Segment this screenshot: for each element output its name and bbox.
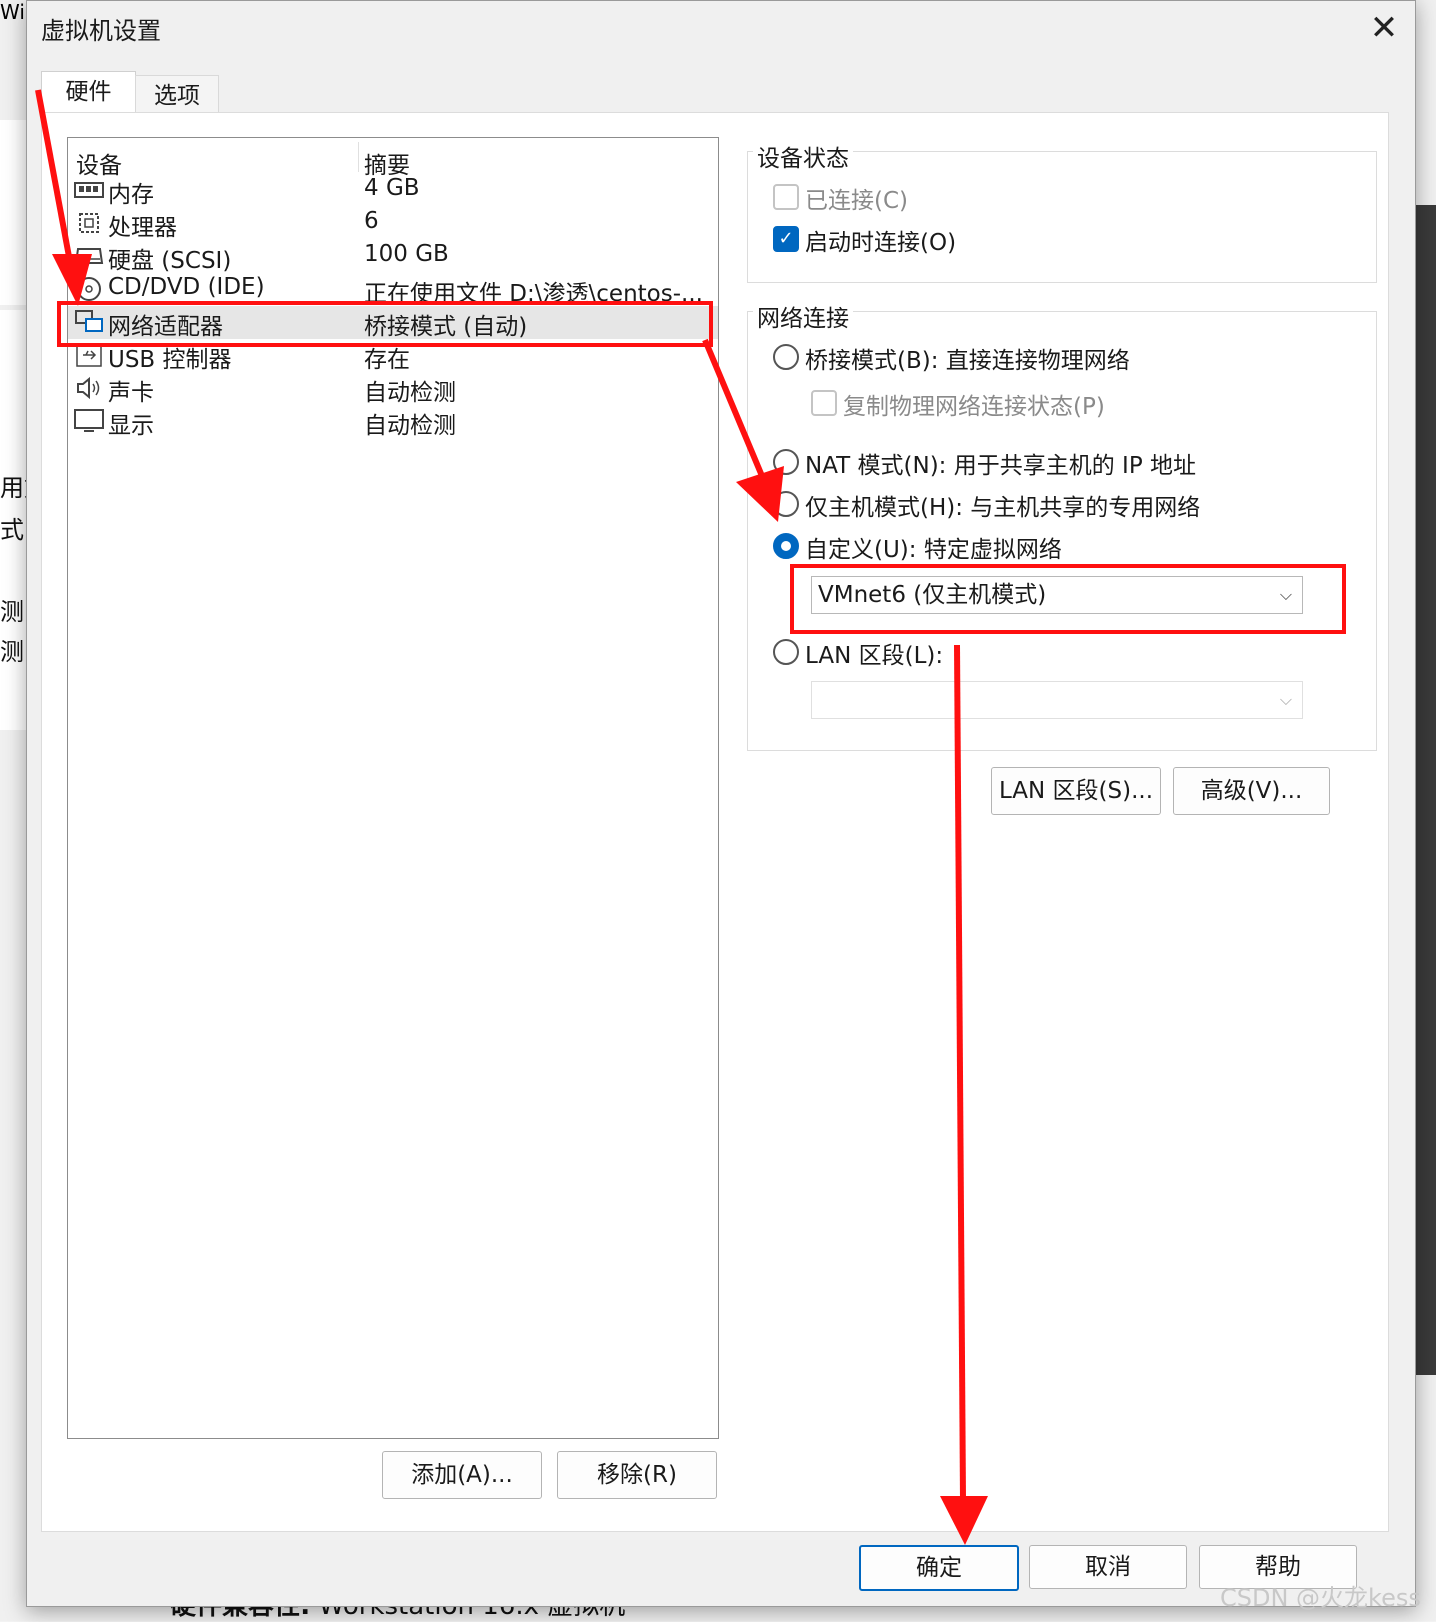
connected-checkbox[interactable] [773,184,799,210]
device-name: 处理器 [108,215,177,241]
device-summary: 自动检测 [364,380,456,406]
connect-at-power-on-label: 启动时连接(O) [805,230,957,256]
host-only-label: 仅主机模式(H): 与主机共享的专用网络 [805,495,1201,521]
highlight-network-adapter [57,301,713,347]
lan-segment-select[interactable]: ⌵ [811,681,1303,719]
processor-icon [79,213,99,233]
host-only-radio[interactable] [773,491,799,517]
nat-radio[interactable] [773,449,799,475]
bridged-label: 桥接模式(B): 直接连接物理网络 [805,348,1130,374]
custom-radio[interactable] [773,533,799,559]
close-icon[interactable]: ✕ [1367,11,1401,45]
replicate-state-checkbox[interactable] [811,390,837,416]
connected-label: 已连接(C) [805,188,909,214]
column-divider [358,142,359,172]
device-name: 显示 [108,413,154,439]
device-row-sound[interactable]: 声卡 自动检测 [68,372,718,406]
device-row-display[interactable]: 显示 自动检测 [68,405,718,439]
cancel-button[interactable]: 取消 [1029,1545,1187,1589]
chevron-down-icon: ⌵ [1279,690,1292,709]
sound-icon [77,376,100,400]
cdrom-icon [77,277,101,301]
lan-segments-button[interactable]: LAN 区段(S)... [991,767,1161,815]
network-connection-label: 网络连接 [753,299,853,333]
background-panel [0,120,26,305]
tab-options[interactable]: 选项 [135,75,219,112]
device-summary: 自动检测 [364,413,456,439]
device-summary: 100 GB [364,241,449,267]
add-device-button[interactable]: 添加(A)... [382,1451,542,1499]
tab-hardware[interactable]: 硬件 [41,71,136,114]
ok-button[interactable]: 确定 [859,1545,1019,1591]
device-row-memory[interactable]: 内存 4 GB [68,174,718,208]
device-summary: 4 GB [364,175,420,201]
highlight-custom-network [790,564,1346,634]
device-name: 内存 [108,182,154,208]
vm-settings-dialog: 虚拟机设置 ✕ 硬件 选项 设备 摘要 内存 4 GB 处理器 6 硬盘 (SC… [26,0,1416,1607]
harddisk-icon [74,248,104,264]
connect-at-power-on-checkbox[interactable]: ✓ [773,226,799,252]
dialog-title: 虚拟机设置 [41,17,161,45]
replicate-state-label: 复制物理网络连接状态(P) [843,394,1105,420]
bridged-radio[interactable] [773,344,799,370]
nat-label: NAT 模式(N): 用于共享主机的 IP 地址 [805,453,1196,479]
background-text: 测 [0,638,24,666]
remove-device-button[interactable]: 移除(R) [557,1451,717,1499]
display-icon [74,409,104,432]
device-name: CD/DVD (IDE) [108,274,265,300]
device-name: 声卡 [108,380,154,406]
memory-icon [74,182,104,198]
device-summary: 6 [364,208,379,234]
watermark: CSDN @火龙kess [1220,1584,1421,1612]
lan-segment-radio[interactable] [773,639,799,665]
device-row-processor[interactable]: 处理器 6 [68,207,718,241]
background-text: 测 [0,598,24,626]
lan-segment-label: LAN 区段(L): [805,643,944,669]
custom-label: 自定义(U): 特定虚拟网络 [805,537,1062,563]
device-name: 硬盘 (SCSI) [108,248,232,274]
advanced-button[interactable]: 高级(V)... [1173,767,1330,815]
device-row-harddisk[interactable]: 硬盘 (SCSI) 100 GB [68,240,718,274]
device-status-label: 设备状态 [753,139,853,173]
